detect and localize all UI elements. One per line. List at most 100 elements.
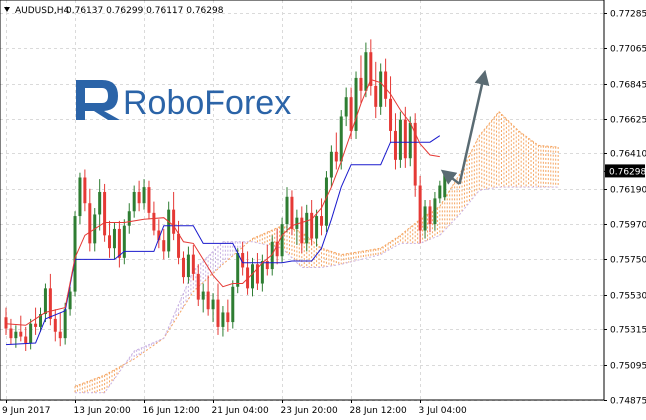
candle-body [398,119,402,160]
candle-body [98,191,102,215]
candle-body [211,299,215,310]
time-tick-label: 21 Jun 04:00 [212,406,269,416]
candle-body [329,151,333,178]
candle-body [103,191,107,236]
time-tick-label: 3 Jul 04:00 [419,406,468,416]
time-tick-label: 13 Jun 20:00 [74,406,131,416]
candle-body [4,317,8,329]
candle-body [403,119,407,159]
candle-body [231,286,235,323]
candle-body [83,177,87,204]
candle-body [285,196,289,225]
candle-body [132,191,136,212]
candle-body [177,233,181,258]
candle-body [310,212,314,239]
price-tick-label: 0.76190 [610,186,646,196]
candle-body [206,291,210,310]
candle-body [320,216,324,226]
price-tick-label: 0.74875 [610,397,646,407]
price-tick-label: 0.75530 [610,292,646,302]
candle-body [152,212,156,231]
candle-body [122,225,126,258]
candle-body [137,191,141,204]
ohlc-values: 0.76137 0.76299 0.76117 0.76298 [66,6,224,16]
candle-body [186,254,190,278]
candle-body [78,177,82,217]
price-tick-label: 0.75095 [610,362,646,372]
candle-body [68,291,72,310]
candle-body [339,116,343,162]
candle-body [201,291,205,300]
candle-body [315,216,319,239]
candle-body [58,331,62,339]
candle-body [73,216,77,292]
candle-body [117,228,121,258]
candle-body [191,254,195,274]
candle-body [19,331,23,337]
price-chart[interactable]: 0.74875 0.75095 0.75315 0.75530 0.75750 0.759… [0,0,646,420]
candle-body [196,273,200,300]
candle-body [433,198,437,225]
candle-body [354,77,358,131]
candle-body [423,206,427,231]
candle-body [428,206,432,225]
candle-body [88,203,92,244]
candle-body [63,309,67,339]
candle-body [43,288,47,315]
candle-body [364,52,368,91]
candle-body [29,323,33,343]
candle-body [393,130,397,160]
candle-body [300,217,304,244]
price-tick-label: 0.75970 [610,221,646,231]
candle-body [34,323,38,327]
candle-body [167,209,171,252]
candle-body [374,85,378,107]
candle-body [359,77,363,91]
time-tick-label: 16 Jun 12:00 [143,406,200,416]
candle-body [221,312,225,327]
candle-body [147,187,151,213]
candle-body [438,185,442,199]
candle-body [334,151,338,162]
price-tick-label: 0.76410 [610,150,646,160]
time-tick-label: 28 Jun 12:00 [350,406,407,416]
candle-body [280,224,284,257]
candle-body [48,288,52,319]
candle-body [443,171,447,198]
symbol-label: AUDUSD,H4 [15,6,70,16]
candle-body [9,328,13,339]
chart-background [0,0,646,420]
candle-body [181,257,185,278]
time-tick-label: 9 Jun 2017 [2,406,50,416]
candle-body [384,71,388,99]
price-tick-label: 0.76845 [610,81,646,91]
candle-body [127,211,131,226]
current-price-label: 0.76298 [609,167,646,177]
price-tick-label: 0.75750 [610,256,646,266]
candle-body [349,97,353,131]
candle-body [418,185,422,231]
price-tick-label: 0.77285 [610,10,646,20]
candle-body [216,299,220,327]
logo-text: RoboForex [123,84,291,122]
candle-body [324,177,328,226]
price-tick-label: 0.77065 [610,45,646,55]
candle-body [379,71,383,107]
candle-body [408,122,412,159]
candle-body [344,97,348,117]
candle-body [24,336,28,343]
candle-body [53,318,57,332]
candle-body [162,240,166,252]
candle-body [108,235,112,249]
roboforex-logo: RoboForex [76,80,291,122]
price-tick-label: 0.75315 [610,326,646,336]
candle-body [112,228,116,249]
candle-body [389,98,393,131]
chart-window[interactable]: 0.74875 0.75095 0.75315 0.75530 0.75750 0.759… [0,0,646,420]
candle-body [172,209,176,234]
candle-body [14,331,18,339]
candle-body [236,253,240,287]
candle-body [226,312,230,323]
time-tick-label: 23 Jun 20:00 [281,406,338,416]
price-tick-label: 0.76625 [610,116,646,126]
